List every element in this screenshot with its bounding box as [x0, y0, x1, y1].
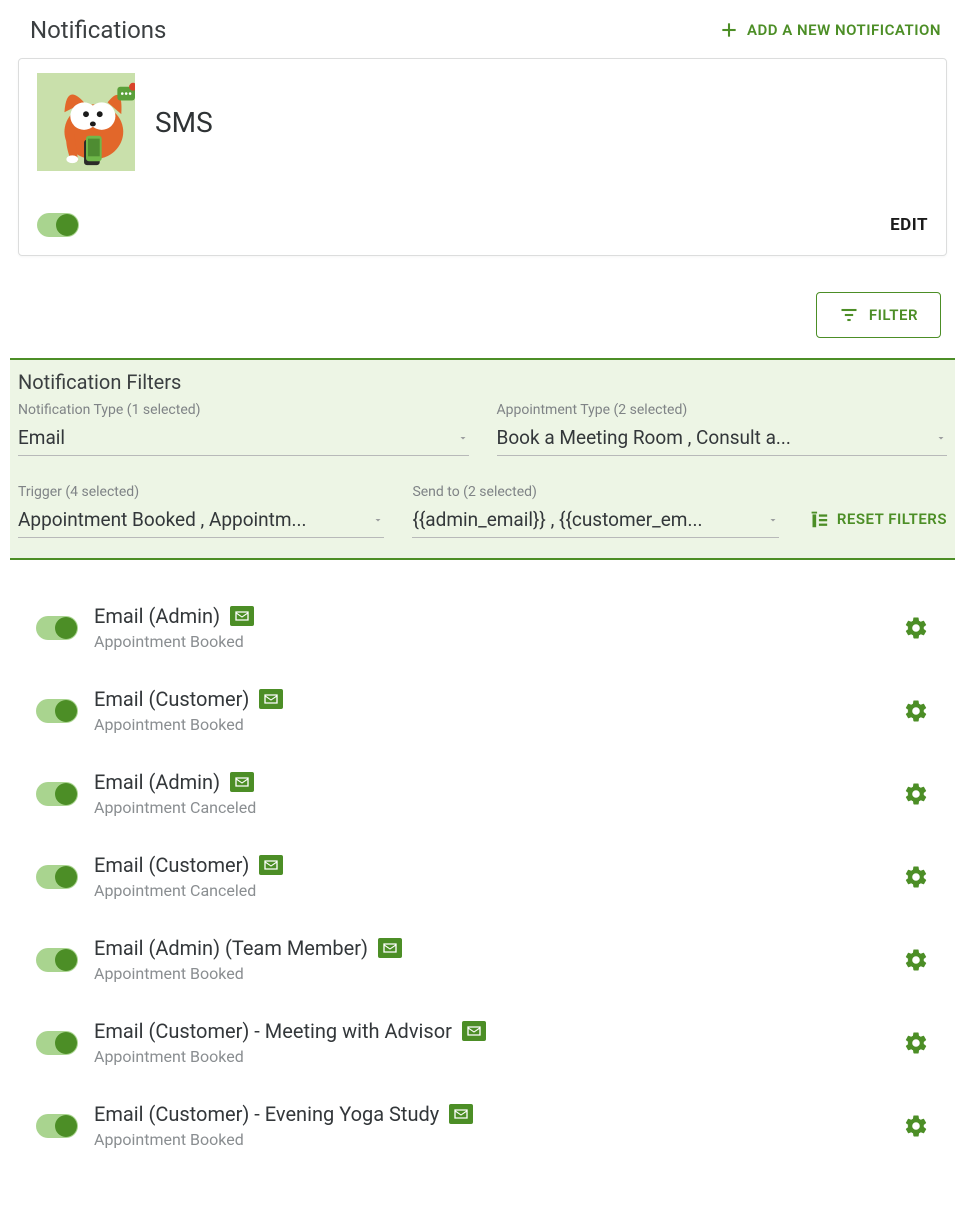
notification-toggle[interactable]	[36, 948, 78, 972]
add-notification-label: ADD A NEW NOTIFICATION	[747, 21, 941, 39]
filters-panel-title: Notification Filters	[12, 370, 953, 402]
chevron-down-icon	[457, 432, 469, 444]
notification-subtitle: Appointment Canceled	[94, 798, 887, 817]
list-item: Email (Customer) - Meeting with Advisor A…	[22, 1001, 943, 1084]
send-to-select[interactable]: {{admin_email}} , {{customer_em...	[412, 506, 778, 538]
edit-button[interactable]: EDIT	[890, 215, 928, 235]
notification-subtitle: Appointment Booked	[94, 964, 887, 983]
settings-button[interactable]	[903, 864, 929, 890]
gear-icon	[903, 1113, 929, 1139]
chevron-down-icon	[935, 432, 947, 444]
appointment-type-select[interactable]: Book a Meeting Room , Consult a...	[497, 424, 948, 456]
notification-toggle[interactable]	[36, 616, 78, 640]
notification-title: Email (Customer) - Meeting with Advisor	[94, 1019, 452, 1043]
gear-icon	[903, 781, 929, 807]
notification-subtitle: Appointment Canceled	[94, 881, 887, 900]
sms-card-title: SMS	[155, 106, 213, 139]
chevron-down-icon	[767, 514, 779, 526]
mail-icon	[230, 606, 254, 626]
notification-toggle[interactable]	[36, 782, 78, 806]
mail-icon	[378, 938, 402, 958]
gear-icon	[903, 1030, 929, 1056]
reset-filters-label: RESET FILTERS	[837, 510, 947, 528]
settings-button[interactable]	[903, 698, 929, 724]
notification-title: Email (Customer)	[94, 853, 249, 877]
chevron-down-icon	[372, 514, 384, 526]
notification-title: Email (Admin)	[94, 770, 220, 794]
gear-icon	[903, 615, 929, 641]
list-item: Email (Admin) Appointment Canceled	[22, 752, 943, 835]
sms-card: SMS EDIT	[18, 58, 947, 256]
gear-icon	[903, 698, 929, 724]
reset-icon	[807, 508, 829, 530]
notification-list: Email (Admin)Appointment BookedEmail (Cu…	[10, 586, 955, 1167]
settings-button[interactable]	[903, 947, 929, 973]
filters-panel: Notification Filters Notification Type (…	[10, 358, 955, 560]
settings-button[interactable]	[903, 1113, 929, 1139]
notification-subtitle: Appointment Booked	[94, 1130, 887, 1149]
notification-subtitle: Appointment Booked	[94, 632, 887, 651]
list-item: Email (Customer) Appointment Booked	[22, 669, 943, 752]
list-item: Email (Customer) Appointment Canceled	[22, 835, 943, 918]
trigger-label: Trigger (4 selected)	[18, 484, 384, 500]
notification-toggle[interactable]	[36, 865, 78, 889]
settings-button[interactable]	[903, 781, 929, 807]
fox-image	[37, 73, 135, 171]
add-notification-button[interactable]: ADD A NEW NOTIFICATION	[719, 20, 941, 40]
filter-button-label: FILTER	[869, 306, 918, 324]
list-item: Email (Admin) Appointment Booked	[22, 586, 943, 669]
gear-icon	[903, 947, 929, 973]
notification-title: Email (Admin) (Team Member)	[94, 936, 368, 960]
settings-button[interactable]	[903, 1030, 929, 1056]
notification-subtitle: Appointment Booked	[94, 715, 887, 734]
list-item: Email (Admin) (Team Member) Appointment B…	[22, 918, 943, 1001]
notification-title: Email (Customer)	[94, 687, 249, 711]
appointment-type-label: Appointment Type (2 selected)	[497, 402, 948, 418]
gear-icon	[903, 864, 929, 890]
notification-type-label: Notification Type (1 selected)	[18, 402, 469, 418]
notification-subtitle: Appointment Booked	[94, 1047, 887, 1066]
filter-button[interactable]: FILTER	[816, 292, 941, 338]
mail-icon	[462, 1021, 486, 1041]
settings-button[interactable]	[903, 615, 929, 641]
reset-filters-button[interactable]: RESET FILTERS	[807, 508, 947, 538]
mail-icon	[259, 855, 283, 875]
send-to-label: Send to (2 selected)	[412, 484, 778, 500]
notification-type-select[interactable]: Email	[18, 424, 469, 456]
sms-toggle[interactable]	[37, 213, 79, 237]
plus-icon	[719, 20, 739, 40]
mail-icon	[230, 772, 254, 792]
list-item: Email (Customer) - Evening Yoga Study App…	[22, 1084, 943, 1167]
mail-icon	[449, 1104, 473, 1124]
header: Notifications ADD A NEW NOTIFICATION	[10, 8, 955, 58]
notification-title: Email (Admin)	[94, 604, 220, 628]
mail-icon	[259, 689, 283, 709]
page-title: Notifications	[30, 16, 166, 44]
notification-toggle[interactable]	[36, 1114, 78, 1138]
filter-icon	[839, 305, 859, 325]
notification-title: Email (Customer) - Evening Yoga Study	[94, 1102, 439, 1126]
notification-toggle[interactable]	[36, 1031, 78, 1055]
trigger-select[interactable]: Appointment Booked , Appointm...	[18, 506, 384, 538]
notification-toggle[interactable]	[36, 699, 78, 723]
